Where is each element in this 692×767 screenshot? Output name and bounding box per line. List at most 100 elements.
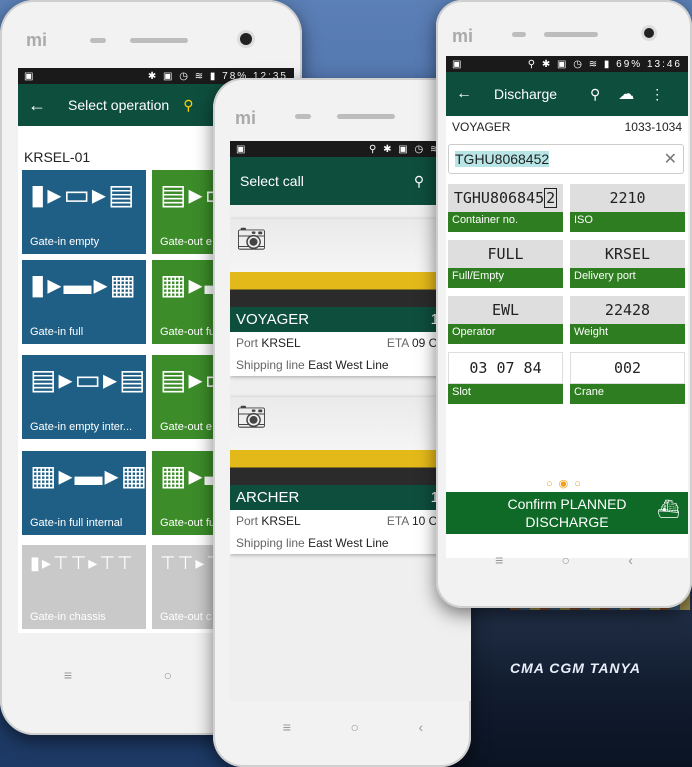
location-pin-icon[interactable]: ⚲ [414,173,424,190]
screen: ▣ ⚲ ✱ ▣ ◷ ≋ ▮ 69% 13:46 ← Discharge ⚲ ☁ … [446,56,688,558]
eta-label: ETA [386,336,409,350]
tile-gate-in-empty-internal[interactable]: ▤▸▭▸▤ Gate-in empty inter... [22,355,146,439]
home-nav-icon[interactable]: ○ [164,667,172,683]
brand-logo: mi [452,26,474,46]
tile-label: Gate-in full [30,326,84,338]
clear-icon[interactable]: ✕ [664,149,677,169]
vessel-name: ARCHER [236,489,300,506]
menu-nav-icon[interactable]: ≡ [495,552,503,568]
tile-label: Gate-in empty [30,236,100,248]
tile-label: Gate-in empty inter... [30,421,133,433]
notification-icon: ▣ [236,143,246,155]
status-icons: ⚲ ✱ ▣ ◷ ≋ ▮ [527,58,617,70]
home-nav-icon[interactable]: ○ [562,552,570,568]
menu-nav-icon[interactable]: ≡ [283,719,291,735]
phone-discharge: mi ▣ ⚲ ✱ ▣ ◷ ≋ ▮ 69% 13:46 ← Discharge ⚲… [436,0,692,608]
field-value: EWL [448,296,563,324]
location-pin-icon[interactable]: ⚲ [183,97,193,114]
vessel-photo: 📷︎ [230,397,470,485]
speaker [90,38,106,43]
field-operator[interactable]: EWL Operator [448,296,563,348]
speaker [337,114,395,119]
field-iso[interactable]: 2210 ISO [570,184,685,236]
camera-icon[interactable]: 📷︎ [236,403,266,432]
page-title: Discharge [494,86,558,102]
port-value: KRSEL [261,514,301,528]
battery-text: 69% [616,58,643,70]
check-digit: 2 [544,188,558,208]
field-value: 22428 [570,296,685,324]
phone-select-call: mi ▣ ⚲ ✱ ▣ ◷ ≋ ▮ 6 Select call ⚲ 📷︎ VOYA… [213,78,471,767]
back-nav-icon[interactable]: ‹ [419,719,424,735]
speaker [130,38,188,43]
operation-icon: ▮▸⊤⊤▸⊤⊤ [30,553,135,573]
nav-bar: ≡ ○ [18,660,218,690]
status-bar: ▣ ⚲ ✱ ▣ ◷ ≋ ▮ 6 [230,141,471,157]
brand-logo: mi [26,30,48,50]
vessel-row: VOYAGER 1033-1034 [446,116,688,138]
front-camera [240,33,252,45]
operation-icon: ▦▸▬▸▦ [30,460,150,491]
speaker [544,32,598,37]
tile-gate-in-chassis[interactable]: ▮▸⊤⊤▸⊤⊤ Gate-in chassis [22,545,146,629]
field-label: Weight [570,324,685,344]
field-container-no[interactable]: TGHU806845 2 Container no. [448,184,563,236]
call-card-archer[interactable]: 📷︎ ARCHER1013 Port KRSELETA 10 Oct 20 Sh… [230,397,470,554]
bt-nfc-icons: ✱ ▣ ◷ ≋ ▮ [147,70,223,82]
field-full-empty[interactable]: FULL Full/Empty [448,240,563,292]
line-label: Shipping line [236,536,305,550]
container-search-input[interactable]: TGHU8068452 ✕ [448,144,684,174]
voyage-number: 1033-1034 [624,120,682,134]
tile-gate-in-full-internal[interactable]: ▦▸▬▸▦ Gate-in full internal [22,451,150,535]
notification-icon: ▣ [24,70,34,82]
field-weight[interactable]: 22428 Weight [570,296,685,348]
screen: ▣ ⚲ ✱ ▣ ◷ ≋ ▮ 6 Select call ⚲ 📷︎ VOYAGER… [230,141,471,701]
status-bar: ▣ ⚲ ✱ ▣ ◷ ≋ ▮ 69% 13:46 [446,56,688,72]
nav-bar: ≡ ○ ‹ [253,712,453,742]
tile-label: Gate-out fu [160,517,216,529]
port-label: Port [236,336,259,350]
field-label: Slot [448,384,563,404]
vessel-name: VOYAGER [236,311,310,328]
tile-label: Gate-out e [160,236,212,248]
speaker [512,32,526,37]
yard-label: KRSEL-01 [24,149,91,165]
tile-gate-in-empty[interactable]: ▮▸▭▸▤ Gate-in empty [22,170,146,254]
field-value: TGHU806845 [453,189,545,207]
field-slot[interactable]: 03 07 84 Slot [448,352,563,406]
tile-gate-in-full[interactable]: ▮▸▬▸▦ Gate-in full [22,260,146,344]
clock: 13:46 [646,58,682,70]
field-crane[interactable]: 002 Crane [570,352,685,406]
field-value: 03 07 84 [448,352,563,384]
tile-label: Gate-out fu [160,326,216,338]
app-bar: ← Discharge ⚲ ☁ ⋮ [446,72,688,116]
vessel-name: VOYAGER [452,120,511,134]
home-nav-icon[interactable]: ○ [351,719,359,735]
line-value: East West Line [308,358,389,372]
line-label: Shipping line [236,358,305,372]
field-delivery-port[interactable]: KRSEL Delivery port [570,240,685,292]
tile-label: Gate-out c [160,611,212,623]
confirm-discharge-button[interactable]: Confirm PLANNED DISCHARGE ⛴︎ [446,492,688,534]
ship-hull-name: CMA CGM TANYA [510,660,641,676]
location-pin-icon[interactable]: ⚲ [590,86,600,103]
cloud-upload-icon[interactable]: ☁ [618,84,634,104]
eta-label: ETA [386,514,409,528]
front-camera [644,28,654,38]
page-indicator: ○◉○ [546,478,587,490]
camera-icon[interactable]: 📷︎ [236,225,266,254]
menu-nav-icon[interactable]: ≡ [64,667,72,683]
call-card-voyager[interactable]: 📷︎ VOYAGER1033 Port KRSELETA 09 Oct 20 S… [230,219,470,376]
overflow-menu-icon[interactable]: ⋮ [650,86,664,103]
field-label: Full/Empty [448,268,563,288]
confirm-line1: Confirm PLANNED [507,496,627,512]
back-nav-icon[interactable]: ‹ [628,552,633,568]
field-label: ISO [570,212,685,232]
field-value: KRSEL [570,240,685,268]
port-label: Port [236,514,259,528]
back-arrow-icon[interactable]: ← [456,85,472,103]
port-value: KRSEL [261,336,301,350]
back-arrow-icon[interactable]: ← [28,95,46,116]
field-label: Container no. [448,212,563,232]
app-bar: Select call ⚲ [230,157,471,205]
